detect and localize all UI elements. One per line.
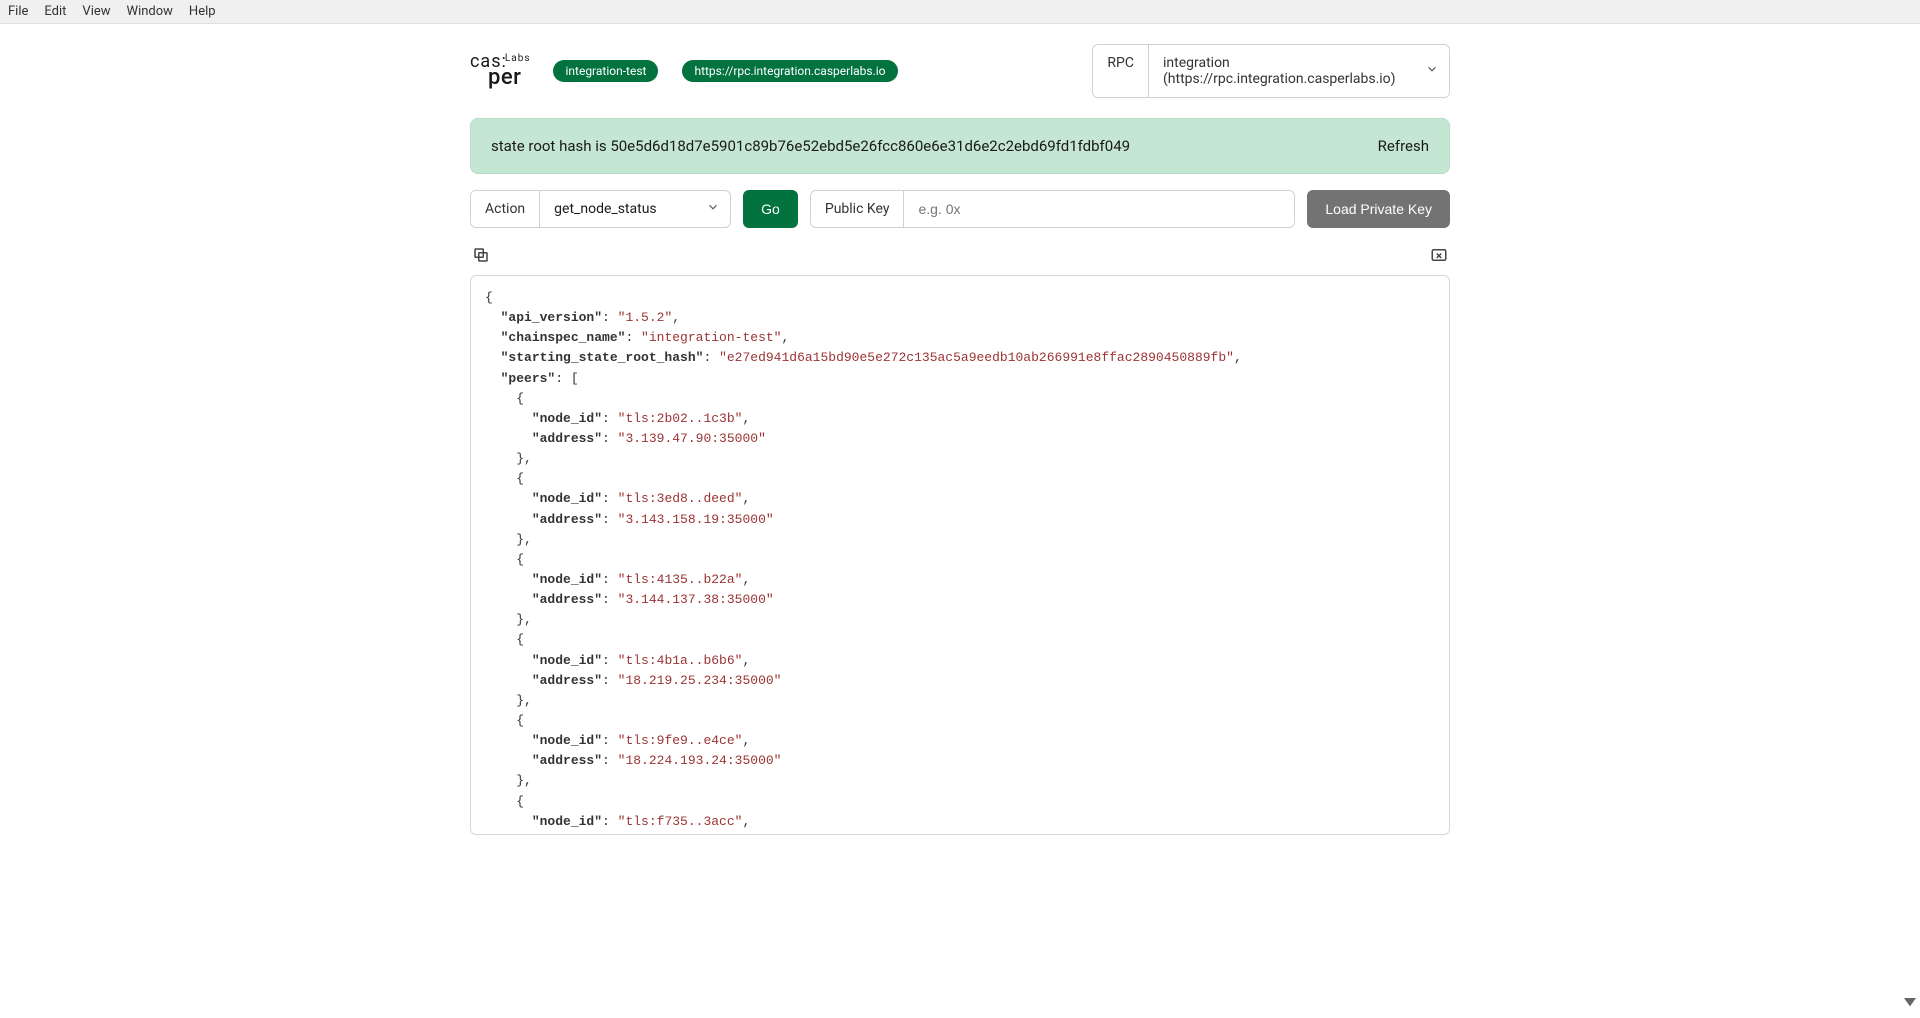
public-key-group: Public Key [810, 190, 1296, 228]
menu-file[interactable]: File [8, 4, 28, 19]
refresh-link[interactable]: Refresh [1378, 137, 1429, 155]
rpc-url-badge: https://rpc.integration.casperlabs.io [682, 60, 897, 82]
state-root-alert: state root hash is 50e5d6d18d7e5901c89b7… [470, 118, 1450, 174]
logo-labs: Labs [505, 53, 531, 64]
load-private-key-button[interactable]: Load Private Key [1307, 190, 1450, 228]
menu-help[interactable]: Help [189, 4, 216, 19]
rpc-label: RPC [1093, 45, 1149, 97]
menu-edit[interactable]: Edit [44, 4, 66, 19]
clear-icon[interactable] [1428, 244, 1450, 269]
menu-view[interactable]: View [82, 4, 110, 19]
public-key-label: Public Key [811, 191, 905, 227]
menu-window[interactable]: Window [127, 4, 173, 19]
rpc-select[interactable]: integration (https://rpc.integration.cas… [1149, 45, 1449, 97]
network-badge: integration-test [553, 60, 658, 82]
logo-per: per [488, 68, 529, 88]
public-key-input[interactable] [904, 191, 1294, 227]
rpc-selector: RPC integration (https://rpc.integration… [1092, 44, 1450, 98]
controls-row: Action get_node_status Go Public Key Loa… [470, 190, 1450, 228]
action-label: Action [471, 191, 540, 227]
action-group: Action get_node_status [470, 190, 731, 228]
json-response-panel[interactable]: { "api_version": "1.5.2", "chainspec_nam… [470, 275, 1450, 835]
state-root-text: state root hash is 50e5d6d18d7e5901c89b7… [491, 137, 1130, 155]
topbar: cas:Labs per integration-test https://rp… [470, 44, 1450, 98]
scroll-down-indicator[interactable] [1904, 998, 1916, 1014]
copy-icon[interactable] [470, 244, 492, 269]
go-button[interactable]: Go [743, 190, 798, 228]
action-select[interactable]: get_node_status [540, 191, 730, 227]
casperlabs-logo: cas:Labs per [470, 54, 529, 88]
json-toolbar [470, 244, 1450, 269]
menubar: File Edit View Window Help [0, 0, 1920, 24]
